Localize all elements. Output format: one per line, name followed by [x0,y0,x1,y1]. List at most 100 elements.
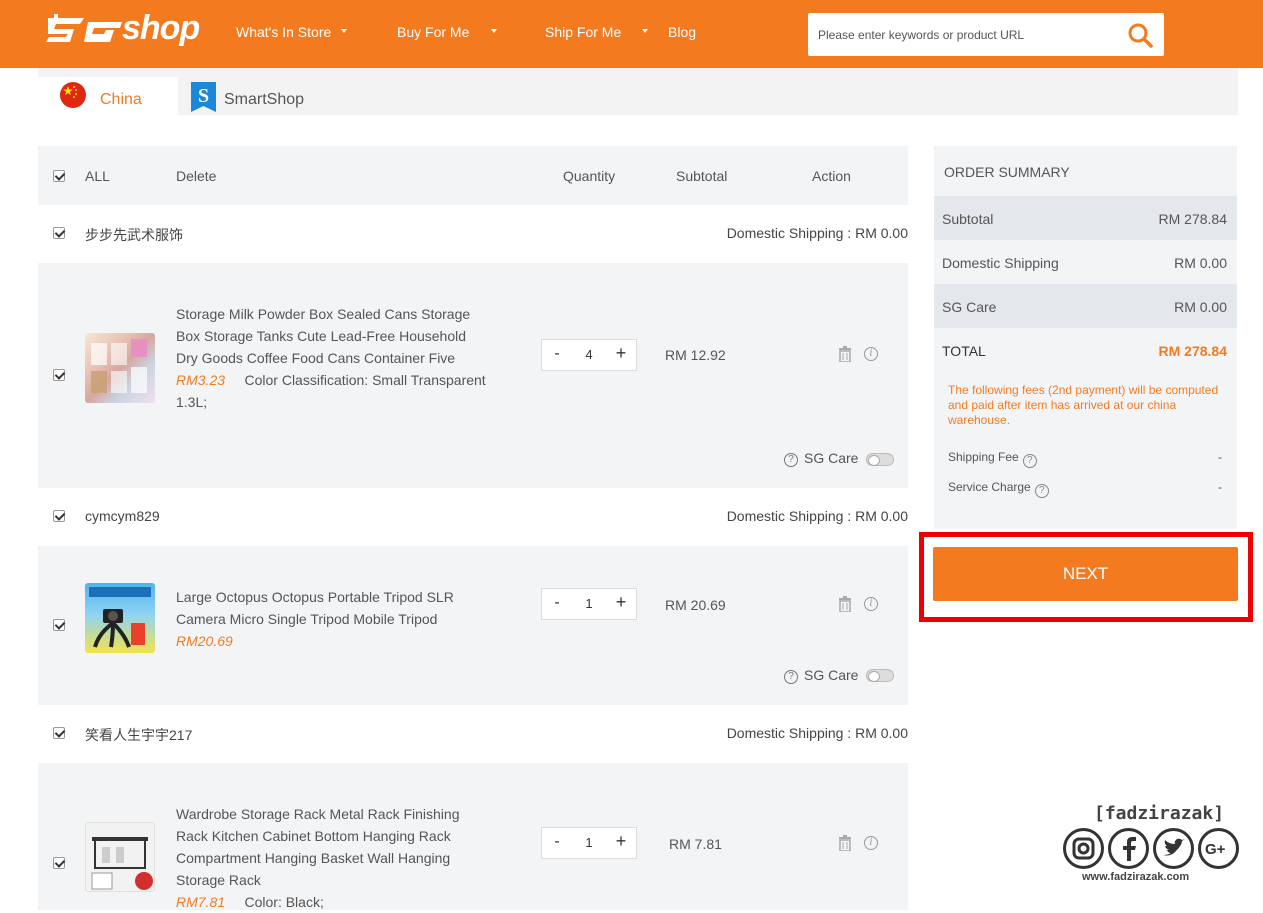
item-checkbox[interactable] [53,369,65,381]
info-icon[interactable]: i [864,347,878,361]
item-subtotal: RM 7.81 [669,836,722,852]
variant-text: Color: Black; [244,894,324,910]
help-icon[interactable]: ? [1022,454,1037,468]
unit-price: RM7.81 [176,894,226,910]
info-icon[interactable]: i [864,597,878,611]
sg-care-option: ? SG Care [784,450,858,467]
product-title-text[interactable]: Large Octopus Octopus Portable Tripod SL… [176,589,454,627]
shop-row: 笑看人生宇宇217 Domestic Shipping : RM 0.00 [38,705,908,763]
summary-value: RM 278.84 [1158,211,1227,227]
shop-row: cymcym829 Domestic Shipping : RM 0.00 [38,488,908,546]
nav-whats-in-store[interactable]: What's In Store [236,24,331,40]
next-button[interactable]: NEXT [933,547,1238,601]
fee-value: - [1218,480,1222,494]
summary-total-value: RM 278.84 [1158,343,1227,359]
sg-care-toggle[interactable] [866,669,894,682]
summary-value: RM 0.00 [1174,299,1227,315]
nav-buy-for-me[interactable]: Buy For Me [397,24,469,40]
product-title[interactable]: Large Octopus Octopus Portable Tripod SL… [176,586,486,652]
qty-increase-button[interactable]: + [611,831,631,852]
summary-subtotal-row: Subtotal RM 278.84 [934,196,1237,240]
sg-care-toggle[interactable] [866,453,894,466]
item-checkbox[interactable] [53,857,65,869]
product-title[interactable]: Storage Milk Powder Box Sealed Cans Stor… [176,303,486,413]
search-input[interactable] [808,13,1118,56]
search-icon[interactable] [1126,21,1156,49]
qty-decrease-button[interactable]: - [547,833,567,851]
action-column-header: Action [812,168,851,184]
svg-text:S: S [198,85,209,107]
qty-decrease-button[interactable]: - [547,345,567,363]
instagram-icon [1063,828,1104,869]
delete-button[interactable]: Delete [176,168,216,184]
shop-name: 笑看人生宇宇217 [85,727,193,743]
info-icon[interactable]: i [864,836,878,850]
fee-value: - [1218,450,1222,464]
nav-ship-for-me[interactable]: Ship For Me [545,24,621,40]
domestic-shipping: Domestic Shipping : RM 0.00 [726,225,908,241]
nav-blog[interactable]: Blog [668,24,696,40]
shop-checkbox[interactable] [53,510,65,522]
smartshop-icon[interactable]: S [191,82,216,112]
qty-value[interactable]: 4 [572,347,606,362]
item-subtotal: RM 20.69 [665,597,726,613]
summary-domestic-shipping-row: Domestic Shipping RM 0.00 [934,240,1237,284]
unit-price: RM3.23 [176,372,226,388]
product-title[interactable]: Wardrobe Storage Rack Metal Rack Finishi… [176,803,486,913]
summary-total-row: TOTAL RM 278.84 [934,328,1237,372]
subtotal-column-header: Subtotal [676,168,728,184]
facebook-icon [1108,828,1149,869]
summary-sg-care-row: SG Care RM 0.00 [934,284,1237,328]
quantity-stepper: - 1 + [541,588,637,620]
shop-checkbox[interactable] [53,227,65,239]
qty-decrease-button[interactable]: - [547,594,567,612]
tab-smartshop-label[interactable]: SmartShop [224,91,304,109]
item-subtotal: RM 12.92 [665,347,726,363]
unit-price: RM20.69 [176,633,233,649]
qty-value[interactable]: 1 [572,596,606,611]
qty-increase-button[interactable]: + [611,343,631,364]
product-thumbnail[interactable] [85,333,155,403]
item-checkbox[interactable] [53,619,65,631]
trash-icon[interactable] [838,346,852,362]
select-all-label[interactable]: ALL [85,168,110,184]
service-charge-row: Service Charge? - [948,480,1222,498]
summary-label: Domestic Shipping [942,255,1059,271]
cart-item: Large Octopus Octopus Portable Tripod SL… [38,546,908,705]
twitter-icon [1153,828,1194,869]
product-thumbnail[interactable] [85,822,155,892]
shop-name: 步步先武术服饰 [85,227,183,243]
select-all-checkbox[interactable] [53,170,65,182]
cart-table-header: ALL Delete Quantity Subtotal Action [38,146,908,205]
quantity-stepper: - 4 + [541,339,637,371]
shop-row: 步步先武术服饰 Domestic Shipping : RM 0.00 [38,205,908,263]
help-icon[interactable]: ? [1034,484,1049,498]
shop-checkbox[interactable] [53,727,65,739]
summary-value: RM 0.00 [1174,255,1227,271]
fee-label: Shipping Fee [948,450,1019,464]
summary-label: Subtotal [942,211,994,227]
china-flag-icon[interactable] [60,82,86,108]
qty-increase-button[interactable]: + [611,592,631,613]
svg-text:G+: G+ [1205,841,1226,858]
region-tab-bar [38,68,1238,115]
cart-item: Wardrobe Storage Rack Metal Rack Finishi… [38,763,908,910]
caret-down-icon[interactable] [491,29,497,33]
trash-icon[interactable] [838,596,852,612]
qty-value[interactable]: 1 [572,835,606,850]
order-summary: ORDER SUMMARY Subtotal RM 278.84 Domesti… [934,146,1237,529]
summary-label: TOTAL [942,343,986,359]
help-icon[interactable]: ? [784,670,798,684]
logo-text[interactable]: shop [122,9,200,48]
product-thumbnail[interactable] [85,583,155,653]
product-title-text[interactable]: Wardrobe Storage Rack Metal Rack Finishi… [176,806,460,888]
caret-down-icon[interactable] [642,29,648,33]
tab-china-label[interactable]: China [100,91,142,109]
shipping-fee-row: Shipping Fee? - [948,450,1222,468]
caret-down-icon[interactable] [341,29,347,33]
top-header: shop What's In Store Buy For Me Ship For… [0,0,1263,68]
cart-item: Storage Milk Powder Box Sealed Cans Stor… [38,263,908,488]
help-icon[interactable]: ? [784,453,798,467]
trash-icon[interactable] [838,835,852,851]
product-title-text[interactable]: Storage Milk Powder Box Sealed Cans Stor… [176,306,470,366]
